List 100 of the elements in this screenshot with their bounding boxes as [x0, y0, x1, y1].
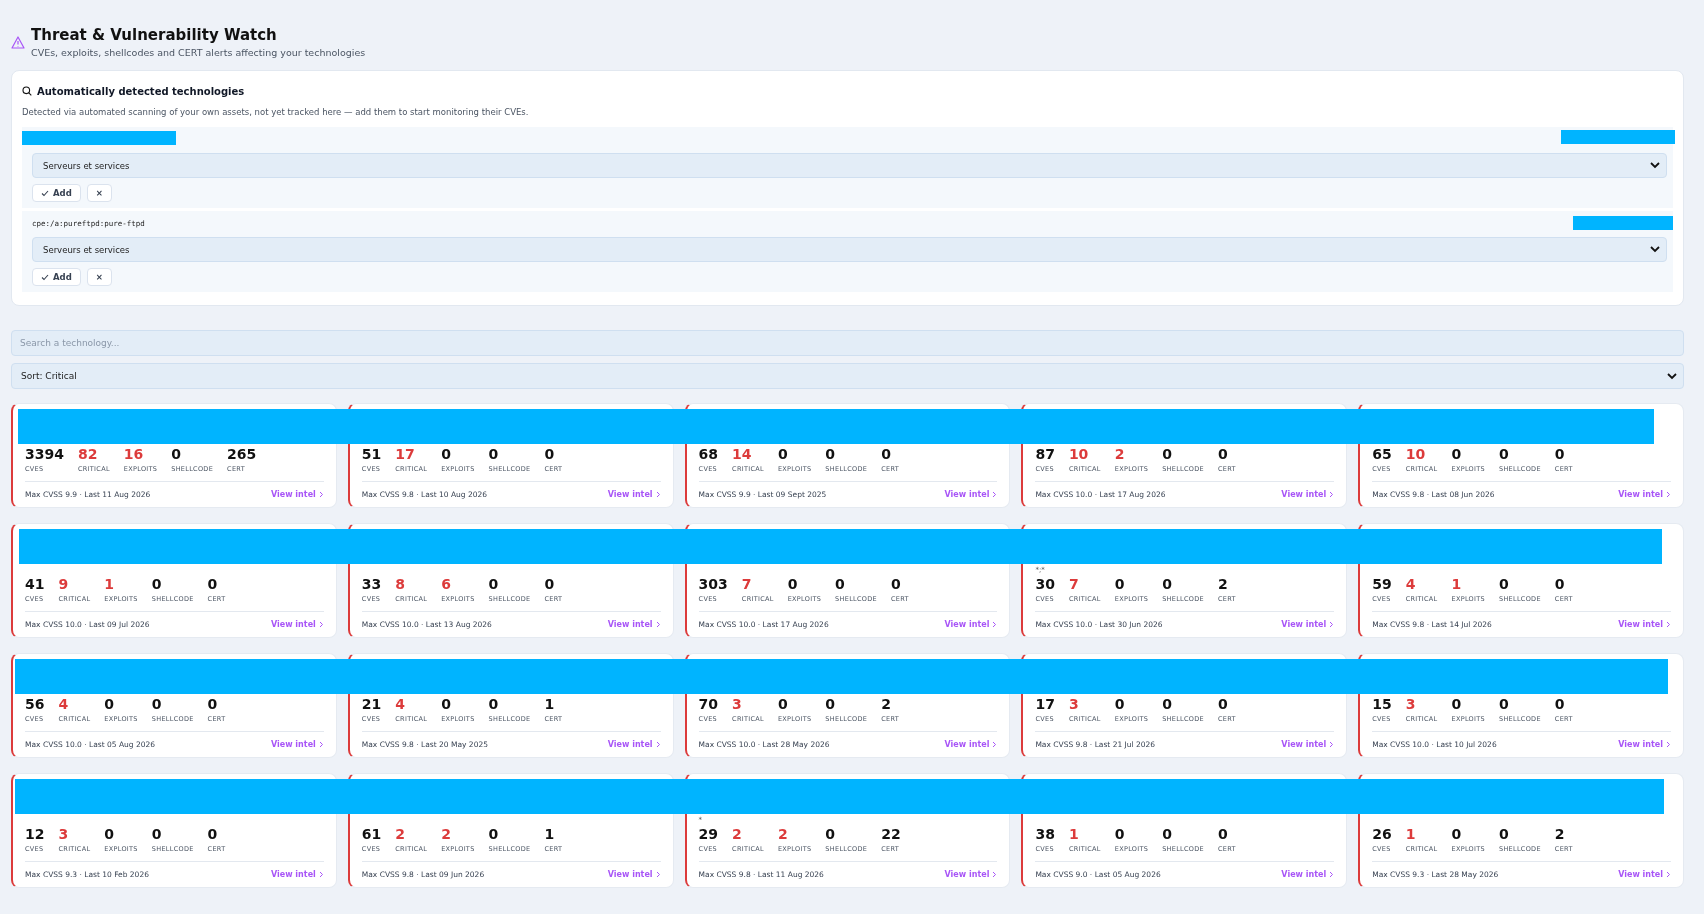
stat-value: 0 [1554, 576, 1566, 592]
view-intel-link[interactable]: View intel [607, 870, 661, 879]
stat-value: 0 [1451, 696, 1463, 712]
stat-value: 2 [395, 826, 407, 842]
search-field[interactable]: Search a technology... [11, 330, 1684, 356]
stat-value: 0 [777, 446, 789, 462]
stat-value: 29 [698, 826, 719, 842]
stat-value: 0 [488, 446, 500, 462]
stat-value: 0 [787, 576, 799, 592]
stat-value: 0 [825, 696, 837, 712]
stat-value: 2 [732, 826, 743, 842]
sort-select[interactable]: Sort: Critical [11, 363, 1684, 389]
stat-value: 2 [777, 826, 789, 842]
chevron-right-icon [318, 621, 324, 628]
stat-value: 0 [1114, 696, 1126, 712]
view-intel-link[interactable]: View intel [270, 620, 324, 629]
view-intel-link[interactable]: View intel [1281, 870, 1335, 879]
stat-value: 0 [151, 696, 163, 712]
view-intel-link[interactable]: View intel [1281, 740, 1335, 749]
page-title: Threat & Vulnerability Watch [31, 26, 278, 44]
stat-value: 10 [1068, 446, 1090, 462]
view-intel-link[interactable]: View intel [1618, 620, 1671, 629]
stat-value: 82 [77, 446, 99, 462]
view-intel-link[interactable]: View intel [607, 740, 661, 749]
stat-value: 0 [890, 576, 902, 592]
view-intel-link[interactable]: View intel [1618, 740, 1671, 749]
stat-value: 14 [732, 446, 753, 462]
category-select[interactable]: Serveurs et services [32, 153, 1667, 178]
stat-value: 0 [207, 826, 219, 842]
add-button[interactable]: Add [32, 268, 81, 286]
stat-value: 0 [207, 576, 219, 592]
stat-value: 1 [104, 576, 116, 592]
stat-value: 0 [835, 576, 846, 592]
chevron-right-icon [655, 871, 661, 878]
stat-value: 4 [1405, 576, 1417, 592]
chevron-right-icon [1329, 741, 1335, 748]
view-intel-link[interactable]: View intel [1618, 870, 1671, 879]
search-icon [22, 86, 32, 96]
view-intel-link[interactable]: View intel [944, 490, 998, 499]
view-intel-link[interactable]: View intel [607, 620, 661, 629]
stat-value: 16 [123, 446, 145, 462]
chevron-right-icon [1329, 871, 1335, 878]
stat-value: 0 [544, 446, 556, 462]
stat-value: 1 [544, 696, 556, 712]
stat-value: 0 [1554, 696, 1566, 712]
dismiss-button[interactable]: × [86, 184, 112, 202]
stat-value: 0 [1114, 576, 1126, 592]
stat-value: 3 [1405, 696, 1417, 712]
chevron-right-icon [655, 491, 661, 498]
stat-value: 26 [1372, 826, 1392, 842]
view-intel-link[interactable]: View intel [944, 870, 998, 879]
dismiss-button[interactable]: × [86, 268, 112, 286]
stat-value: 0 [1498, 826, 1510, 842]
stat-value: 38 [1035, 826, 1055, 842]
view-intel-link[interactable]: View intel [1281, 490, 1335, 499]
stat-value: 1 [1451, 576, 1463, 592]
chevron-right-icon [318, 491, 324, 498]
view-intel-link[interactable]: View intel [270, 490, 324, 499]
view-intel-link[interactable]: View intel [944, 620, 998, 629]
stat-value: 17 [395, 446, 416, 462]
chevron-right-icon [318, 871, 324, 878]
chevron-right-icon [992, 871, 998, 878]
stat-value: 6 [441, 576, 452, 592]
view-intel-link[interactable]: View intel [270, 870, 324, 879]
stat-value: 0 [1218, 446, 1229, 462]
stat-value: 0 [1162, 696, 1173, 712]
stat-value: 0 [488, 696, 500, 712]
stat-value: 2 [441, 826, 452, 842]
stat-value: 7 [741, 576, 753, 592]
view-intel-link[interactable]: View intel [607, 490, 661, 499]
chevron-right-icon [1666, 491, 1671, 498]
stat-value: 30 [1035, 576, 1055, 592]
stat-value: 0 [104, 696, 116, 712]
view-intel-link[interactable]: View intel [270, 740, 324, 749]
view-intel-link[interactable]: View intel [1281, 620, 1335, 629]
view-intel-link[interactable]: View intel [1618, 490, 1671, 499]
stat-value: 61 [361, 826, 382, 842]
stat-value: 68 [698, 446, 719, 462]
stat-value: 59 [1372, 576, 1392, 592]
check-icon [41, 189, 49, 197]
stat-value: 12 [25, 826, 45, 842]
stat-value: 3 [58, 826, 70, 842]
stat-value: 0 [1114, 826, 1126, 842]
stat-value: 3 [1068, 696, 1080, 712]
category-select[interactable]: Serveurs et services [32, 237, 1667, 262]
add-button[interactable]: Add [32, 184, 81, 202]
stat-value: 41 [25, 576, 45, 592]
page-subtitle: CVEs, exploits, shellcodes and CERT alerts affecting your technologies [31, 47, 366, 58]
chevron-down-icon [1650, 162, 1660, 169]
stat-value: 265 [227, 446, 257, 462]
chevron-right-icon [655, 741, 661, 748]
check-icon [41, 273, 49, 281]
chevron-right-icon [992, 741, 998, 748]
stat-value: 0 [207, 696, 219, 712]
stat-value: 17 [1035, 696, 1055, 712]
chevron-right-icon [1666, 741, 1671, 748]
stat-value: 0 [777, 696, 789, 712]
stat-value: 0 [1451, 446, 1463, 462]
view-intel-link[interactable]: View intel [944, 740, 998, 749]
stat-value: 87 [1035, 446, 1055, 462]
